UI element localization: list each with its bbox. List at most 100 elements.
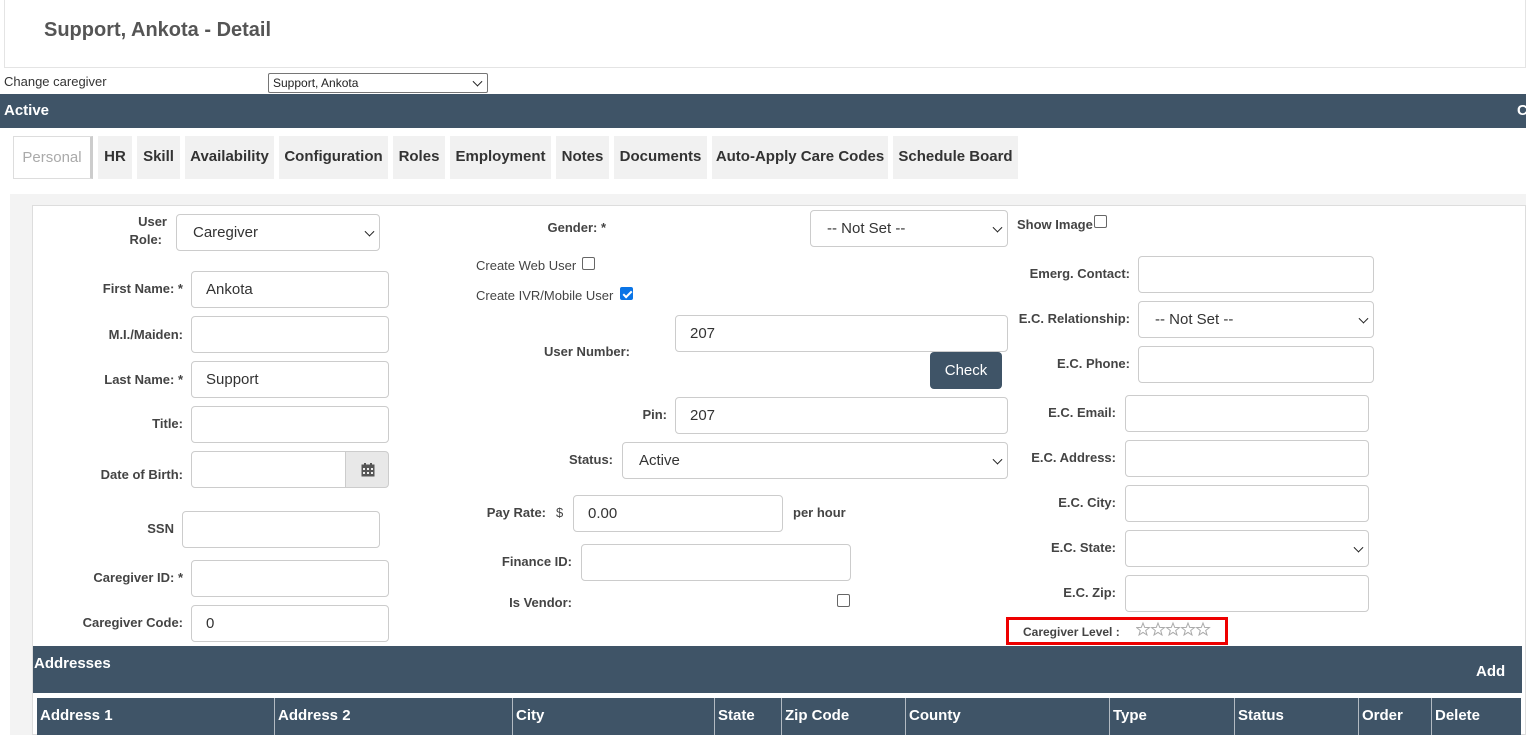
- mi-maiden-label: M.I./Maiden:: [108, 327, 183, 342]
- pay-rate-currency: $: [556, 505, 564, 520]
- column-status[interactable]: Status: [1238, 707, 1284, 724]
- addresses-table-header: Address 1 Address 2 City State Zip Code …: [37, 698, 1521, 735]
- title-input[interactable]: [191, 406, 389, 443]
- change-caregiver-label: Change caregiver: [4, 74, 107, 89]
- user-number-label: User Number:: [544, 344, 630, 359]
- caregiver-id-input[interactable]: [191, 560, 389, 597]
- pay-rate-input[interactable]: 0.00: [573, 495, 783, 532]
- is-vendor-label: Is Vendor:: [509, 595, 572, 610]
- show-image-label: Show Image: [1017, 217, 1093, 232]
- emergency-contact-label: Emerg. Contact:: [1029, 266, 1130, 281]
- date-of-birth-input[interactable]: [191, 451, 346, 488]
- show-image-checkbox[interactable]: [1094, 215, 1107, 228]
- ec-zip-input[interactable]: [1125, 575, 1369, 612]
- user-role-select[interactable]: Caregiver: [176, 214, 380, 251]
- tab-auto-apply-care-codes[interactable]: Auto-Apply Care Codes: [712, 136, 888, 179]
- tab-hr[interactable]: HR: [98, 136, 132, 179]
- change-caregiver-select[interactable]: Support, Ankota: [268, 73, 488, 93]
- ec-address-input[interactable]: [1125, 440, 1369, 477]
- tab-roles[interactable]: Roles: [393, 136, 445, 179]
- finance-id-label: Finance ID:: [501, 554, 572, 569]
- column-divider: [781, 698, 782, 735]
- tab-skill[interactable]: Skill: [137, 136, 180, 179]
- tab-schedule-board[interactable]: Schedule Board: [893, 136, 1018, 179]
- create-ivr-mobile-user-label: Create IVR/Mobile User: [476, 288, 614, 303]
- calendar-icon: [361, 463, 375, 477]
- title-label: Title:: [152, 416, 183, 431]
- date-picker-button[interactable]: [345, 451, 389, 488]
- user-number-input[interactable]: 207: [675, 315, 1008, 352]
- add-address-button[interactable]: Add: [1476, 663, 1505, 680]
- column-city[interactable]: City: [516, 707, 544, 724]
- column-state[interactable]: State: [718, 707, 755, 724]
- create-ivr-mobile-user-checkbox[interactable]: [620, 287, 633, 300]
- column-type[interactable]: Type: [1113, 707, 1147, 724]
- chevron-down-icon: [992, 222, 1003, 233]
- tab-availability[interactable]: Availability: [185, 136, 274, 179]
- column-divider: [905, 698, 906, 735]
- ec-email-input[interactable]: [1125, 395, 1369, 432]
- column-address-1[interactable]: Address 1: [40, 707, 113, 724]
- ec-state-select[interactable]: [1125, 530, 1369, 567]
- chevron-down-icon: [992, 454, 1003, 465]
- finance-id-input[interactable]: [581, 544, 851, 581]
- caregiver-level-rating[interactable]: [1135, 621, 1211, 639]
- gender-label: Gender: *: [547, 220, 606, 235]
- pin-label: Pin:: [642, 407, 667, 422]
- pay-rate-unit: per hour: [793, 505, 846, 520]
- column-divider: [1358, 698, 1359, 735]
- chevron-down-icon: [472, 76, 483, 87]
- pay-rate-label: Pay Rate:: [486, 505, 546, 520]
- user-role-label-line2: Role:: [129, 232, 163, 247]
- column-divider: [1109, 698, 1110, 735]
- first-name-input[interactable]: Ankota: [191, 271, 389, 308]
- first-name-label: First Name: *: [102, 281, 183, 296]
- ssn-input[interactable]: [182, 511, 380, 548]
- column-divider: [714, 698, 715, 735]
- ec-zip-label: E.C. Zip:: [1063, 585, 1116, 600]
- column-delete[interactable]: Delete: [1435, 707, 1480, 724]
- is-vendor-checkbox[interactable]: [837, 594, 850, 607]
- mi-maiden-input[interactable]: [191, 316, 389, 353]
- column-county[interactable]: County: [909, 707, 961, 724]
- gender-select[interactable]: -- Not Set --: [810, 210, 1008, 247]
- emergency-contact-input[interactable]: [1138, 256, 1374, 293]
- column-address-2[interactable]: Address 2: [278, 707, 351, 724]
- last-name-input[interactable]: Support: [191, 361, 389, 398]
- column-divider: [1431, 698, 1432, 735]
- create-web-user-checkbox[interactable]: [582, 257, 595, 270]
- status-select[interactable]: Active: [622, 442, 1008, 479]
- star-outline-icon: [1135, 621, 1211, 637]
- ssn-label: SSN: [147, 521, 174, 536]
- ec-address-label: E.C. Address:: [1031, 450, 1116, 465]
- ec-city-input[interactable]: [1125, 485, 1369, 522]
- column-divider: [512, 698, 513, 735]
- ec-phone-input[interactable]: [1138, 346, 1374, 383]
- caregiver-id-label: Caregiver ID: *: [93, 570, 183, 585]
- last-name-label: Last Name: *: [104, 372, 183, 387]
- tab-configuration[interactable]: Configuration: [279, 136, 388, 179]
- check-button[interactable]: Check: [930, 352, 1002, 389]
- tab-personal[interactable]: Personal: [13, 136, 93, 179]
- status-label: Status:: [568, 452, 613, 467]
- ec-relationship-label: E.C. Relationship:: [1018, 311, 1130, 326]
- tab-documents[interactable]: Documents: [614, 136, 707, 179]
- ec-city-label: E.C. City:: [1058, 495, 1116, 510]
- caregiver-code-label: Caregiver Code:: [82, 615, 183, 630]
- create-web-user-label: Create Web User: [476, 258, 577, 273]
- status-bar-right-text: C: [1517, 102, 1526, 119]
- caregiver-code-input[interactable]: 0: [191, 605, 389, 642]
- tab-employment[interactable]: Employment: [450, 136, 551, 179]
- ec-state-label: E.C. State:: [1050, 540, 1116, 555]
- column-divider: [274, 698, 275, 735]
- column-zip-code[interactable]: Zip Code: [785, 707, 849, 724]
- ec-relationship-select[interactable]: -- Not Set --: [1138, 301, 1374, 338]
- column-order[interactable]: Order: [1362, 707, 1403, 724]
- chevron-down-icon: [364, 226, 375, 237]
- pin-input[interactable]: 207: [675, 397, 1008, 434]
- gender-value: -- Not Set --: [827, 220, 906, 237]
- tab-notes[interactable]: Notes: [556, 136, 609, 179]
- addresses-header: Addresses Add: [33, 646, 1522, 693]
- page-title: Support, Ankota - Detail: [44, 19, 272, 41]
- ec-email-label: E.C. Email:: [1048, 405, 1116, 420]
